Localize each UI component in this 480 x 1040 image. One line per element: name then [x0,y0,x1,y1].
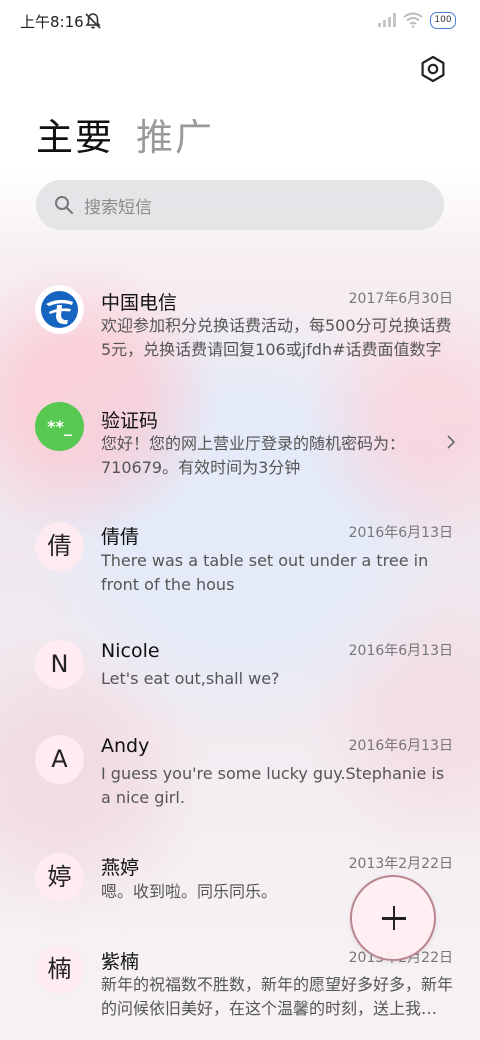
contact-name: Andy [101,735,150,757]
message-date: 2013年2月22日 [348,856,453,872]
contact-name: 中国电信 [101,292,178,314]
chevron-right-icon[interactable] [446,434,456,450]
message-date: 2016年6月13日 [348,643,453,659]
message-preview: 欢迎参加积分兑换话费活动，每500分可兑换话费5元，兑换话费请回复106或jfd… [101,316,452,359]
contact-avatar: 楠 [35,945,84,994]
search-placeholder: 搜索短信 [84,198,152,218]
contact-avatar: N [35,640,84,689]
message-date: 2017年6月30日 [348,291,453,307]
china-telecom-logo-icon [35,285,84,334]
contact-name: 倩倩 [101,526,140,548]
contact-avatar: 倩 [35,522,84,571]
conversation-item[interactable]: **_ 验证码 您好！您的网上营业厅登录的随机密码为：710679。有效时间为3… [0,390,480,490]
status-time: 上午8:16 [20,13,84,31]
message-preview: 新年的祝福数不胜数，新年的愿望好多好多，新年的问候依旧美好，在这个温馨的时刻，送… [101,975,453,1018]
mute-icon [85,13,101,29]
search-box[interactable]: 搜索短信 [36,180,444,230]
conversation-item[interactable]: A Andy 2016年6月13日 I guess you're some lu… [0,725,480,825]
contact-name: 燕婷 [101,857,140,879]
conversation-item[interactable]: 中国电信 2017年6月30日 欢迎参加积分兑换话费活动，每500分可兑换话费5… [0,270,480,380]
message-preview: 您好！您的网上营业厅登录的随机密码为：710679。有效时间为3分钟 [101,434,406,477]
settings-hexagon-icon[interactable] [418,54,448,84]
conversation-item[interactable]: N Nicole 2016年6月13日 Let's eat out,shall … [0,630,480,710]
contact-avatar: A [35,735,84,784]
tab-main[interactable]: 主要 [36,113,114,163]
verification-code-avatar: **_ [35,402,84,451]
contact-avatar: 婷 [35,853,84,902]
tab-promotions[interactable]: 推广 [136,113,214,163]
contact-name: 验证码 [101,410,159,432]
contact-name: Nicole [101,640,160,662]
message-preview: Let's eat out,shall we? [101,669,280,688]
message-preview: There was a table set out under a tree i… [101,551,429,594]
conversation-item[interactable]: 倩 倩倩 2016年6月13日 There was a table set ou… [0,510,480,610]
search-icon [55,196,73,214]
wifi-icon [403,12,423,28]
message-date: 2016年6月13日 [348,738,453,754]
contact-name: 紫楠 [101,951,140,973]
message-preview: I guess you're some lucky guy.Stephanie … [101,764,445,807]
signal-icon [378,13,396,27]
message-date: 2016年6月13日 [348,525,453,541]
status-bar: 上午8:16 100 [0,0,480,42]
new-message-button[interactable] [350,875,436,961]
battery-indicator: 100 [430,12,456,29]
